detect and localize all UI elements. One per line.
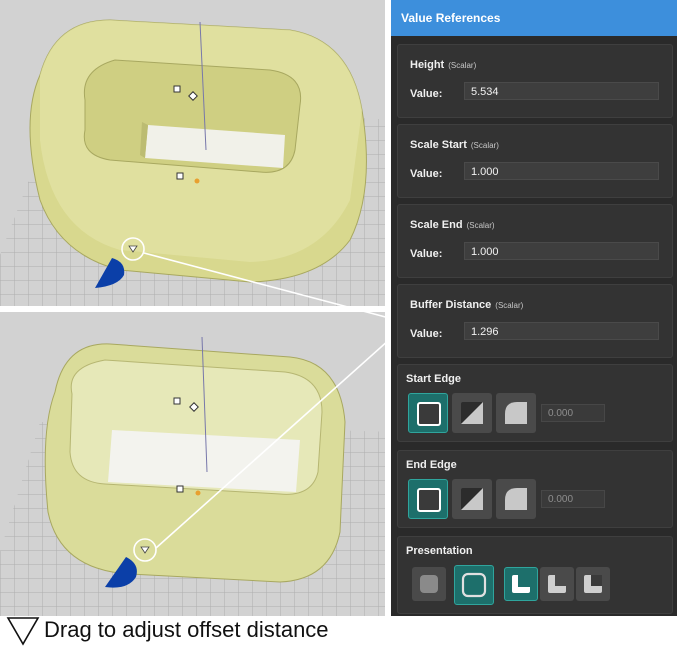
card-title: Height (Scalar)	[410, 59, 476, 71]
scale-end-value-field[interactable]: 1.000	[464, 242, 659, 260]
scale-start-value-field[interactable]: 1.000	[464, 162, 659, 180]
start-edge-chamfer-button[interactable]	[452, 393, 492, 433]
start-edge-round-button[interactable]	[496, 393, 536, 433]
card-name: Scale Start	[410, 139, 467, 151]
start-edge-section: Start Edge 0.000	[397, 364, 673, 442]
card-name: Scale End	[410, 219, 463, 231]
control-point[interactable]	[176, 172, 184, 180]
card-title: Scale End (Scalar)	[410, 219, 495, 231]
caption: Drag to adjust offset distance	[6, 614, 426, 646]
handle-point[interactable]	[194, 178, 200, 184]
viewport-top[interactable]	[0, 0, 385, 306]
triangle-handle-icon	[6, 617, 40, 646]
card-type: (Scalar)	[448, 61, 477, 70]
presentation-corner-medium-button[interactable]	[540, 567, 574, 601]
round-edge-icon	[505, 488, 527, 510]
end-edge-round-button[interactable]	[496, 479, 536, 519]
card-type: (Scalar)	[495, 301, 524, 310]
outline-shape-icon	[461, 572, 487, 598]
scale-end-card: Scale End (Scalar) Value: 1.000	[397, 204, 673, 278]
corner-light-icon	[512, 575, 530, 593]
presentation-solid-button[interactable]	[412, 567, 446, 601]
control-point[interactable]	[173, 85, 181, 93]
round-edge-icon	[505, 402, 527, 424]
square-edge-icon	[417, 402, 441, 426]
value-references-panel: Value References Height (Scalar) Value: 5…	[391, 0, 677, 616]
height-value-field[interactable]: 5.534	[464, 82, 659, 100]
end-edge-section: End Edge 0.000	[397, 450, 673, 528]
corner-medium-icon	[548, 575, 566, 593]
section-title: Presentation	[406, 545, 473, 557]
presentation-corner-dark-button[interactable]	[576, 567, 610, 601]
section-title: Start Edge	[406, 373, 462, 385]
caption-text: Drag to adjust offset distance	[44, 617, 329, 642]
chamfer-edge-icon	[461, 488, 483, 510]
card-type: (Scalar)	[466, 221, 495, 230]
value-label: Value:	[410, 248, 443, 260]
square-edge-icon	[417, 488, 441, 512]
end-edge-value-field[interactable]: 0.000	[541, 490, 605, 508]
presentation-corner-light-button[interactable]	[504, 567, 538, 601]
scale-start-card: Scale Start (Scalar) Value: 1.000	[397, 124, 673, 198]
card-title: Scale Start (Scalar)	[410, 139, 499, 151]
start-edge-value-field[interactable]: 0.000	[541, 404, 605, 422]
control-point[interactable]	[173, 397, 181, 405]
card-title: Buffer Distance (Scalar)	[410, 299, 523, 311]
control-point[interactable]	[176, 485, 184, 493]
start-edge-square-button[interactable]	[408, 393, 448, 433]
viewport-bottom[interactable]	[0, 312, 385, 616]
model-ring[interactable]	[29, 19, 367, 283]
buffer-distance-value-field[interactable]: 1.296	[464, 322, 659, 340]
presentation-section: Presentation	[397, 536, 673, 614]
buffer-distance-card: Buffer Distance (Scalar) Value: 1.296	[397, 284, 673, 358]
value-label: Value:	[410, 88, 443, 100]
panel-title: Value References	[391, 0, 677, 36]
card-name: Buffer Distance	[410, 299, 492, 311]
solid-shape-icon	[420, 575, 438, 593]
card-name: Height	[410, 59, 445, 71]
corner-dark-icon	[584, 575, 602, 593]
chamfer-edge-icon	[461, 402, 483, 424]
value-label: Value:	[410, 168, 443, 180]
card-type: (Scalar)	[470, 141, 499, 150]
section-title: End Edge	[406, 459, 457, 471]
handle-point[interactable]	[195, 490, 201, 496]
presentation-outline-button[interactable]	[454, 565, 494, 605]
value-label: Value:	[410, 328, 443, 340]
height-card: Height (Scalar) Value: 5.534	[397, 44, 673, 118]
end-edge-square-button[interactable]	[408, 479, 448, 519]
end-edge-chamfer-button[interactable]	[452, 479, 492, 519]
model-ring-thin[interactable]	[44, 343, 346, 583]
